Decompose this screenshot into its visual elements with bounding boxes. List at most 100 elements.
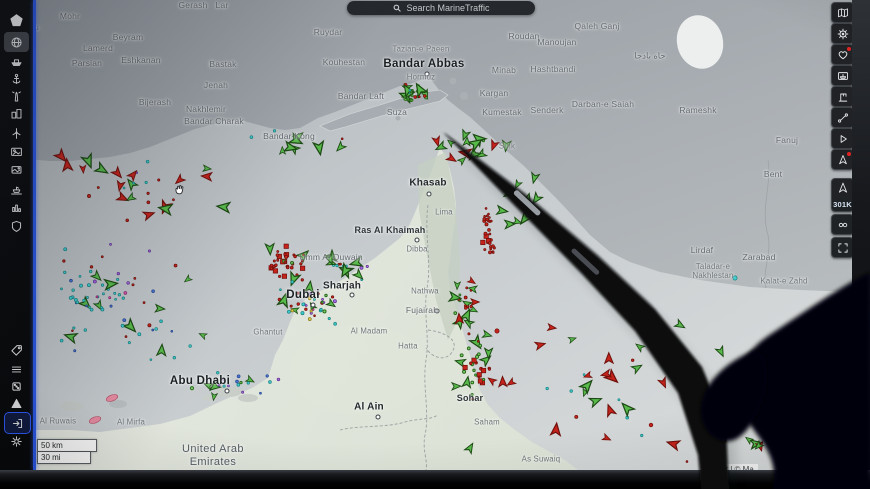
vessel-marker-cyan-dot[interactable] xyxy=(155,328,158,331)
vessel-marker-red-dot[interactable] xyxy=(273,260,275,262)
vessel-marker-red-square[interactable] xyxy=(300,266,304,270)
vessel-marker-red-dot[interactable] xyxy=(485,223,488,226)
vessel-marker-green-dot[interactable] xyxy=(411,99,413,101)
vessel-marker-cyan-dot[interactable] xyxy=(138,333,141,336)
vessel-marker-cyan-dot[interactable] xyxy=(301,312,304,315)
vessel-marker-red-dot[interactable] xyxy=(575,415,578,418)
vessel-marker-cyan-dot[interactable] xyxy=(87,284,90,287)
vessel-marker-yellow-dot[interactable] xyxy=(308,318,311,321)
vessel-marker-red-dot[interactable] xyxy=(477,340,479,342)
vessel-marker-cyan-dot[interactable] xyxy=(73,327,75,329)
vessel-marker-red-dot[interactable] xyxy=(270,267,273,270)
vessel-marker-cyan-dot[interactable] xyxy=(79,275,81,277)
vessel-marker-red-square[interactable] xyxy=(282,274,286,278)
vessel-marker-purple-dot[interactable] xyxy=(333,300,336,303)
vessel-marker-red-dot[interactable] xyxy=(147,192,149,194)
vessel-marker-cyan-dot[interactable] xyxy=(76,301,79,304)
vessel-marker-red-dot[interactable] xyxy=(686,461,688,463)
vessel-marker-cyan-dot[interactable] xyxy=(173,356,176,359)
vessel-marker-red-dot[interactable] xyxy=(276,254,279,257)
vessel-marker-cyan-dot[interactable] xyxy=(86,296,88,298)
vessel-marker-red-dot[interactable] xyxy=(270,264,273,267)
vessel-marker-purple-dot[interactable] xyxy=(366,265,368,267)
vessel-marker-red-dot[interactable] xyxy=(470,289,472,291)
vessel-marker-red-dot[interactable] xyxy=(469,362,472,365)
vessel-marker-red-dot[interactable] xyxy=(490,248,492,250)
vessel-count-panel[interactable]: 301K xyxy=(831,178,852,212)
vessel-marker-cyan-dot[interactable] xyxy=(116,278,118,280)
vessel-marker-cyan-dot[interactable] xyxy=(123,187,125,189)
sidebar-item-protected-areas[interactable] xyxy=(4,216,29,236)
vessel-marker-cyan-dot[interactable] xyxy=(69,296,72,299)
vessel-marker-cyan-dot[interactable] xyxy=(223,385,225,387)
vessel-marker-green-dot[interactable] xyxy=(323,310,326,313)
vessel-marker-red-dot[interactable] xyxy=(495,329,499,333)
vessel-marker-cyan-dot[interactable] xyxy=(328,317,330,319)
vessel-marker-cyan-dot[interactable] xyxy=(250,136,253,139)
vessel-marker-red-dot[interactable] xyxy=(478,376,480,378)
sidebar-item-vessels[interactable] xyxy=(4,51,29,71)
vessel-marker-blue-dot[interactable] xyxy=(152,329,154,331)
vessel-marker-cyan-dot[interactable] xyxy=(122,297,125,300)
vessel-marker-magenta-dot[interactable] xyxy=(124,291,127,294)
toolbar-button-fullscreen[interactable] xyxy=(831,237,852,258)
vessel-marker-red-dot[interactable] xyxy=(101,256,103,258)
vessel-marker-red-square[interactable] xyxy=(472,358,476,362)
vessel-marker-red-dot[interactable] xyxy=(486,218,489,221)
vessel-marker-red-dot[interactable] xyxy=(305,308,308,311)
vessel-marker-red-dot[interactable] xyxy=(278,275,280,277)
vessel-marker-cyan-dot[interactable] xyxy=(247,382,250,385)
vessel-marker-red-dot[interactable] xyxy=(490,239,492,241)
vessel-marker-red-dot[interactable] xyxy=(172,199,174,201)
vessel-marker-red-dot[interactable] xyxy=(331,296,334,299)
sidebar-item-explore[interactable] xyxy=(4,32,29,52)
vessel-marker-yellow-dot[interactable] xyxy=(308,297,311,300)
vessel-marker-cyan-dot[interactable] xyxy=(302,303,305,306)
sidebar-item-alerts[interactable] xyxy=(4,393,29,413)
vessel-marker-cyan-dot[interactable] xyxy=(60,339,63,342)
vessel-marker-cyan-dot[interactable] xyxy=(320,308,323,311)
vessel-marker-cyan-dot[interactable] xyxy=(114,292,116,294)
vessel-marker-red-dot[interactable] xyxy=(484,232,487,235)
vessel-marker-magenta-dot[interactable] xyxy=(109,297,111,299)
vessel-marker-purple-dot[interactable] xyxy=(127,282,130,285)
vessel-marker-red-dot[interactable] xyxy=(490,220,492,222)
vessel-marker-cyan-dot[interactable] xyxy=(280,289,282,291)
search-bar[interactable]: Search MarineTraffic xyxy=(347,1,535,15)
vessel-marker-red-dot[interactable] xyxy=(484,248,486,250)
vessel-marker-cyan-dot[interactable] xyxy=(291,281,294,284)
vessel-marker-red-square[interactable] xyxy=(478,379,482,383)
vessel-marker-purple-dot[interactable] xyxy=(305,304,307,306)
vessel-marker-red-dot[interactable] xyxy=(274,264,277,267)
vessel-marker-red-square[interactable] xyxy=(463,365,467,369)
sidebar-item-settings[interactable] xyxy=(4,431,29,451)
vessel-marker-cyan-dot[interactable] xyxy=(733,276,737,280)
vessel-marker-green-dot[interactable] xyxy=(463,370,466,373)
vessel-marker-cyan-dot[interactable] xyxy=(546,387,549,390)
sidebar-item-data[interactable] xyxy=(4,197,29,217)
vessel-marker-blue-dot[interactable] xyxy=(74,350,76,352)
vessel-marker-cyan-dot[interactable] xyxy=(570,390,573,393)
vessel-marker-red-dot[interactable] xyxy=(418,96,420,98)
vessel-marker-blue-dot[interactable] xyxy=(123,319,126,322)
vessel-marker-red-square[interactable] xyxy=(273,269,277,273)
vessel-marker-green-dot[interactable] xyxy=(321,301,323,303)
vessel-marker-blue-dot[interactable] xyxy=(236,380,239,383)
vessel-marker-blue-dot[interactable] xyxy=(110,305,112,307)
vessel-marker-red-square[interactable] xyxy=(481,240,485,244)
vessel-marker-green-dot[interactable] xyxy=(473,369,475,371)
vessel-marker-cyan-dot[interactable] xyxy=(101,306,103,308)
vessel-marker-cyan-dot[interactable] xyxy=(336,264,338,266)
vessel-marker-green-dot[interactable] xyxy=(459,294,461,296)
vessel-marker-red-dot[interactable] xyxy=(488,368,490,370)
vessel-marker-red-dot[interactable] xyxy=(341,138,343,140)
vessel-marker-red-dot[interactable] xyxy=(132,284,134,286)
vessel-marker-magenta-dot[interactable] xyxy=(96,296,98,298)
vessel-marker-blue-dot[interactable] xyxy=(86,305,88,307)
vessel-marker-green-dot[interactable] xyxy=(483,378,485,380)
vessel-marker-yellow-dot[interactable] xyxy=(291,309,294,312)
vessel-marker-green-dot[interactable] xyxy=(240,381,242,383)
vessel-marker-green-dot[interactable] xyxy=(460,354,463,357)
vessel-marker-red-dot[interactable] xyxy=(284,261,286,263)
vessel-marker-green-dot[interactable] xyxy=(471,393,473,395)
